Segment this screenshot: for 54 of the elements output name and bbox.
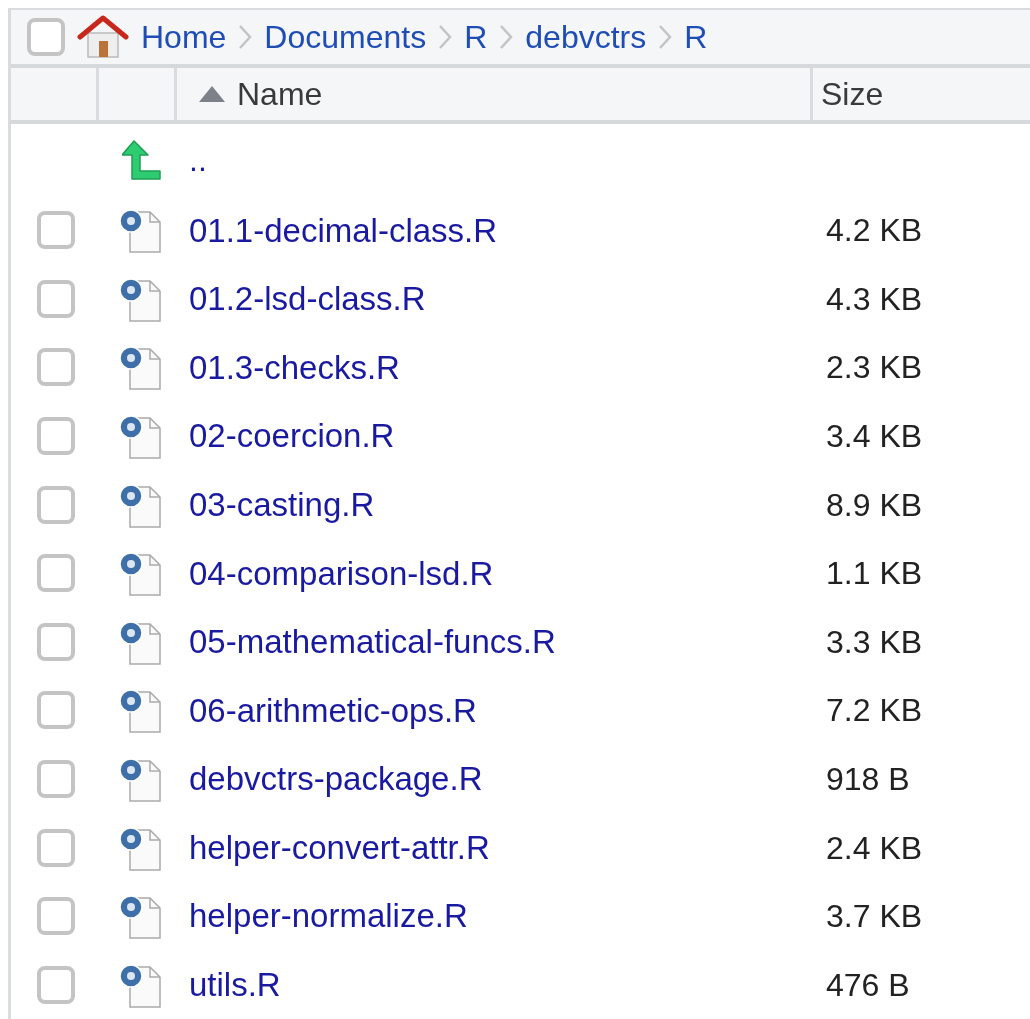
parent-folder-link[interactable]: ..	[177, 136, 207, 184]
file-size: 3.4 KB	[825, 417, 923, 457]
file-name-link[interactable]: debvctrs-package.R	[189, 760, 483, 798]
file-name-link[interactable]: 06-arithmetic-ops.R	[189, 691, 477, 729]
column-header[interactable]: Name	[177, 68, 813, 120]
file-size: 1.1 KB	[825, 554, 923, 594]
chevron-icon	[499, 24, 514, 50]
checkbox[interactable]	[37, 897, 75, 936]
file-name-link[interactable]: 03-casting.R	[189, 485, 375, 523]
column-header[interactable]: Size	[813, 68, 1030, 120]
file-size: 3.3 KB	[825, 622, 923, 662]
file-size: 4.2 KB	[825, 211, 923, 251]
column-label: Size	[821, 75, 884, 114]
checkbox[interactable]	[37, 279, 75, 318]
column-label: Name	[237, 75, 323, 114]
checkbox[interactable]	[37, 691, 75, 730]
file-name-link[interactable]: utils.R	[189, 966, 281, 1004]
checkbox[interactable]	[37, 417, 75, 456]
file-name-link[interactable]: 04-comparison-lsd.R	[189, 554, 494, 592]
file-name-link[interactable]: helper-convert-attr.R	[189, 828, 490, 866]
sort-ascending-icon	[197, 84, 227, 104]
file-name-link[interactable]: 05-mathematical-funcs.R	[189, 623, 556, 661]
file-size: 3.7 KB	[825, 897, 923, 937]
checkbox[interactable]	[37, 622, 75, 661]
checkbox[interactable]	[37, 485, 75, 524]
file-name-link[interactable]: 02-coercion.R	[189, 417, 395, 455]
up-arrow-icon	[122, 139, 164, 181]
checkbox[interactable]	[27, 18, 65, 56]
home-icon[interactable]	[77, 15, 129, 59]
checkbox[interactable]	[37, 211, 75, 250]
checkbox[interactable]	[37, 554, 75, 593]
chevron-icon	[238, 24, 253, 50]
file-size: 7.2 KB	[825, 691, 923, 731]
breadcrumb-link[interactable]: R	[684, 13, 708, 61]
breadcrumb-link[interactable]: Documents	[264, 13, 427, 61]
checkbox[interactable]	[37, 760, 75, 799]
checkbox[interactable]	[37, 828, 75, 867]
breadcrumb-link[interactable]: R	[464, 13, 488, 61]
file-size: 8.9 KB	[825, 485, 923, 525]
checkbox[interactable]	[37, 965, 75, 1004]
breadcrumb-link[interactable]: debvctrs	[525, 13, 647, 61]
file-name-link[interactable]: 01.1-decimal-class.R	[189, 211, 498, 249]
chevron-icon	[438, 24, 453, 50]
file-name-link[interactable]: 01.2-lsd-class.R	[189, 280, 426, 318]
file-name-link[interactable]: 01.3-checks.R	[189, 348, 400, 386]
checkbox[interactable]	[37, 348, 75, 387]
chevron-icon	[658, 24, 673, 50]
file-size: 4.3 KB	[825, 279, 923, 319]
file-size: 2.4 KB	[825, 828, 923, 868]
file-name-link[interactable]: helper-normalize.R	[189, 897, 468, 935]
breadcrumb-link[interactable]: Home	[141, 13, 227, 61]
file-size: 476 B	[825, 965, 910, 1005]
file-size: 2.3 KB	[825, 348, 923, 388]
file-size: 918 B	[825, 760, 910, 800]
